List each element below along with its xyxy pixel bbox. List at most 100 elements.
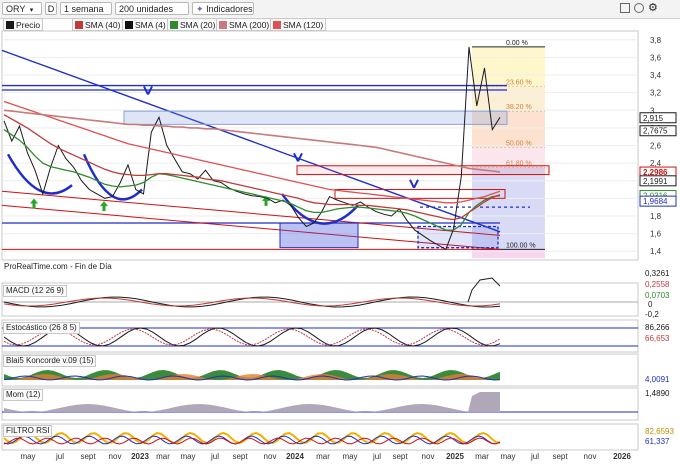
x-tick-label: jul — [372, 452, 381, 461]
y-tick-label: 3,6 — [650, 53, 662, 62]
legend-bar: Precio SMA (40) SMA (4) SMA (20) SMA (20… — [0, 18, 680, 31]
settings-icon[interactable]: ⚙ — [648, 1, 658, 14]
chevron-down-icon: ▾ — [29, 7, 34, 14]
fib-level-label: 0.00 % — [506, 40, 528, 47]
symbol-name: ORY — [6, 4, 26, 14]
fib-zone-61-100 — [472, 167, 545, 250]
mom-value: 1,4890 — [645, 389, 670, 398]
indicator-panel-frame — [1, 353, 639, 387]
y-tick-label: 3,2 — [650, 89, 662, 98]
x-tick-label: sept — [232, 452, 248, 461]
koncorde-orange-area — [4, 374, 500, 380]
panel-title-macd: MACD (12 26 9) — [3, 285, 67, 297]
bowl-pattern-3 — [280, 193, 359, 225]
x-tick-label: sept — [392, 452, 408, 461]
y-tick-label: 2 — [650, 194, 655, 203]
legend-sma40: SMA (40) — [72, 18, 124, 31]
y-tick-label: 2,4 — [650, 159, 662, 168]
x-tick-label: jul — [210, 452, 219, 461]
legend-sma200: SMA (200) — [216, 18, 273, 31]
stoch-value-2: 66,653 — [645, 334, 670, 343]
bowl-pattern-1 — [6, 153, 73, 195]
y-tick-label: 3,4 — [650, 71, 662, 80]
y-tick-label: 3 — [650, 106, 655, 115]
y-tick-label: 2,8 — [650, 124, 662, 133]
series-line-sma-20- — [3, 129, 501, 231]
y-tick-label: 2,6 — [650, 142, 662, 151]
price-label: 2,2986 — [643, 168, 668, 177]
rsi-red-line — [3, 437, 501, 445]
toolbar: ORY ▾ D 1 semana 200 unidades ✦ Indicado… — [0, 0, 680, 19]
fib-zone-ext — [472, 249, 545, 259]
x-tick-label: 2026 — [613, 452, 631, 461]
fib-level-label: 100.00 % — [506, 242, 536, 249]
trendline-blue — [1, 49, 501, 233]
source-label: ProRealTime.com - Fin de Día — [4, 262, 112, 271]
x-tick-label: jul — [55, 452, 64, 461]
fib-zone-50-61 — [472, 147, 545, 168]
x-tick-label: 2025 — [446, 452, 464, 461]
koncorde-value: 4,0091 — [645, 375, 670, 384]
x-tick-label: sept — [552, 452, 568, 461]
x-tick-label: may — [500, 452, 515, 461]
signal-arrow-icon — [293, 152, 303, 162]
legend-sma120: SMA (120) — [270, 18, 327, 31]
price-label-box — [639, 166, 677, 178]
indicator-panel-frame — [1, 423, 639, 451]
y-tick-label: 2,2 — [650, 177, 662, 186]
macd-low: -0,2 — [645, 310, 659, 319]
x-tick-label: may — [20, 452, 35, 461]
indicators-label: Indicadores — [206, 4, 253, 14]
channel-line-lower — [1, 204, 501, 250]
period-selector[interactable]: 1 semana — [60, 2, 112, 15]
channel-line-upper — [1, 190, 501, 236]
chart-svg: 0.00 % 23.60 % 38.20 % 50.00 % 61.80 % 100.00… — [1, 30, 677, 461]
panel-title-rsi: FILTRO RSI — [3, 425, 53, 437]
price-label: 2,0316 — [643, 192, 668, 201]
fib-level-label: 50.00 % — [506, 140, 532, 147]
price-label-box — [639, 175, 677, 187]
fib-zone-38-50 — [472, 111, 545, 148]
daily-button[interactable]: D — [45, 2, 57, 15]
x-tick-label: nov — [264, 452, 277, 461]
x-tick-label: sept — [80, 452, 96, 461]
macd-value-1: 0,3261 — [645, 269, 670, 278]
clock-icon[interactable] — [634, 3, 644, 13]
main-plot-area — [1, 30, 639, 261]
zone-box-red — [296, 165, 550, 176]
wand-icon: ✦ — [196, 4, 204, 14]
legend-sma4: SMA (4) — [122, 18, 169, 31]
y-tick-label: 1,6 — [650, 230, 662, 239]
x-tick-label: nov — [584, 452, 597, 461]
koncorde-green-area — [4, 370, 500, 380]
panel-title-koncorde: Blai5 Koncorde v.09 (15) — [3, 355, 97, 367]
units-selector[interactable]: 200 unidades — [115, 2, 189, 15]
series-line-sma-200- — [3, 109, 501, 173]
signal-arrow-icon — [409, 179, 419, 189]
fib-zone-23-38 — [472, 86, 545, 112]
indicators-button[interactable]: ✦ Indicadores — [192, 2, 254, 15]
x-tick-label: mar — [316, 452, 330, 461]
y-tick-label: 3,8 — [650, 36, 662, 45]
x-tick-label: mar — [475, 452, 489, 461]
symbol-selector[interactable]: ORY ▾ — [2, 2, 42, 15]
buy-arrow-icon — [30, 198, 38, 209]
grid-icon[interactable] — [620, 3, 630, 13]
price-label-box — [639, 195, 677, 207]
buy-arrow-icon — [262, 195, 270, 206]
x-tick-label: nov — [109, 452, 122, 461]
zone-box-top — [123, 110, 508, 125]
series-line-precio — [3, 46, 501, 251]
x-tick-label: 2024 — [286, 452, 304, 461]
panel-title-stoch: Estocástico (26 8 5) — [3, 322, 80, 334]
x-tick-label: may — [180, 452, 195, 461]
price-label: 1,9684 — [643, 197, 668, 206]
x-tick-label: nov — [422, 452, 435, 461]
fib-level-label: 23.60 % — [506, 79, 532, 86]
fib-zone-0-23 — [472, 46, 545, 87]
price-label: 2,1991 — [643, 177, 668, 186]
y-tick-label: 1,4 — [650, 247, 662, 256]
fib-level-label: 61.80 % — [506, 161, 532, 168]
macd-zero: 0 — [648, 300, 653, 309]
x-tick-label: may — [342, 452, 357, 461]
